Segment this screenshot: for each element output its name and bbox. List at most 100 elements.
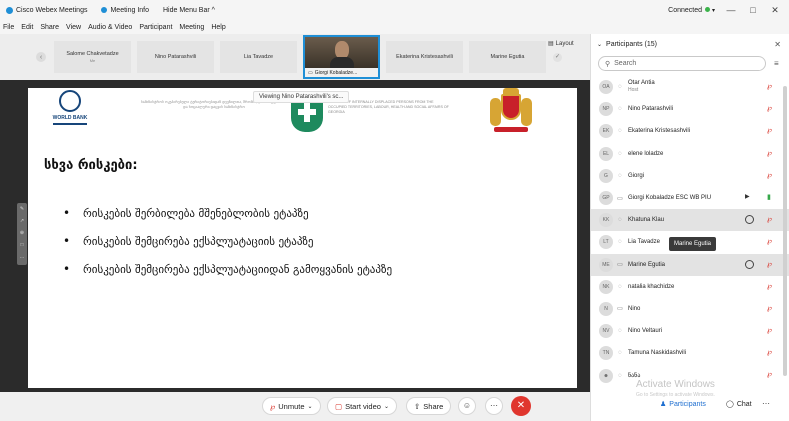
menu-help[interactable]: Help bbox=[211, 24, 225, 31]
strip-prev-button[interactable]: ‹ bbox=[36, 52, 46, 62]
muted-mic-icon[interactable]: ℘ bbox=[767, 104, 772, 112]
close-panel-icon[interactable]: ✕ bbox=[774, 40, 781, 49]
maximize-button[interactable]: □ bbox=[747, 5, 759, 15]
georgia-coat-of-arms bbox=[488, 88, 534, 138]
share-icon: ⇧ bbox=[414, 401, 421, 411]
active-mic-icon[interactable]: ▮ bbox=[767, 193, 771, 201]
search-icon: ⚲ bbox=[605, 60, 611, 68]
collapse-chevron-icon[interactable]: ⌄ bbox=[597, 41, 602, 48]
check-icon[interactable]: ✓ bbox=[553, 53, 562, 62]
muted-mic-icon[interactable]: ℘ bbox=[767, 370, 772, 378]
list-item[interactable]: EL ◌ elene loladze ℘ bbox=[591, 143, 789, 165]
list-item[interactable]: G ◌ Giorgi ℘ bbox=[591, 165, 789, 187]
muted-mic-icon[interactable]: ℘ bbox=[767, 237, 772, 245]
fit-icon[interactable]: □ bbox=[17, 239, 27, 251]
unmute-button[interactable]: ℘ Unmute ⌄ bbox=[262, 397, 321, 415]
menu-audio-video[interactable]: Audio & Video bbox=[88, 24, 132, 31]
list-item[interactable]: TN ◌ Tamuna Naskidashvili ℘ bbox=[591, 342, 789, 364]
video-tile[interactable]: Lia Tavadze bbox=[220, 41, 297, 73]
chevron-down-icon[interactable]: ⌄ bbox=[384, 403, 389, 410]
video-tile[interactable]: Salome Chakvetadze Me bbox=[54, 41, 131, 73]
chevron-down-icon[interactable]: ⌄ bbox=[308, 403, 313, 410]
muted-mic-icon[interactable]: ℘ bbox=[767, 348, 772, 356]
muted-mic-icon[interactable]: ℘ bbox=[767, 282, 772, 290]
list-item[interactable]: NK ◌ natalia khachidze ℘ bbox=[591, 276, 789, 298]
menu-bar: File Edit Share View Audio & Video Parti… bbox=[0, 20, 789, 34]
hide-menu-bar-button[interactable]: Hide Menu Bar ^ bbox=[163, 7, 215, 14]
participants-panel: ⌄ Participants (15) ✕ ⚲ Search ≡ OA ◌ Ot… bbox=[590, 34, 789, 421]
chat-bubble-icon[interactable] bbox=[745, 259, 754, 269]
list-item[interactable]: OA ◌ Otar Antia Host ℘ bbox=[591, 76, 789, 98]
audio-icon: ◌ bbox=[618, 84, 622, 91]
video-tile[interactable]: Ekaterina Kristesashvili bbox=[386, 41, 463, 73]
annotate-icon[interactable]: ✎ bbox=[17, 203, 27, 215]
muted-mic-icon[interactable]: ℘ bbox=[767, 171, 772, 179]
chat-bubble-icon[interactable] bbox=[745, 215, 754, 225]
menu-view[interactable]: View bbox=[66, 24, 81, 31]
zoom-icon[interactable]: ⊕ bbox=[17, 227, 27, 239]
more-icon[interactable]: … bbox=[17, 251, 27, 263]
menu-participant[interactable]: Participant bbox=[139, 24, 172, 31]
audio-icon: ◌ bbox=[618, 283, 622, 290]
audio-icon: ◌ bbox=[618, 172, 622, 179]
minimize-button[interactable]: — bbox=[725, 5, 737, 15]
audio-icon: ◌ bbox=[618, 150, 622, 157]
list-item[interactable]: NV ◌ Nino Veltauri ℘ bbox=[591, 320, 789, 342]
list-item[interactable]: ME ▭ Marine Egutia ℘ bbox=[591, 253, 789, 276]
annotation-toolbar[interactable]: ✎ ↗ ⊕ □ … bbox=[17, 203, 27, 265]
list-item[interactable]: N ▭ Nino ℘ bbox=[591, 298, 789, 320]
menu-file[interactable]: File bbox=[3, 24, 14, 31]
more-options-icon[interactable]: ⋯ bbox=[485, 397, 503, 415]
name-tooltip: Marine Egutia bbox=[669, 237, 717, 251]
start-video-button[interactable]: ▢ Start video ⌄ bbox=[327, 397, 397, 415]
muted-mic-icon[interactable]: ℘ bbox=[767, 126, 772, 134]
close-button[interactable]: ✕ bbox=[769, 5, 781, 16]
menu-meeting[interactable]: Meeting bbox=[179, 24, 204, 31]
muted-mic-icon[interactable]: ℘ bbox=[767, 326, 772, 334]
video-camera-icon[interactable]: ▶ bbox=[745, 193, 750, 200]
share-button[interactable]: ⇧ Share bbox=[406, 397, 452, 415]
muted-mic-icon[interactable]: ℘ bbox=[767, 82, 772, 90]
end-call-button[interactable]: ✕ bbox=[511, 396, 531, 416]
title-bar: Cisco Webex Meetings Meeting Info Hide M… bbox=[0, 0, 789, 20]
audio-icon: ◌ bbox=[618, 372, 622, 379]
speaker-name-bar: ▭ Giorgi Kobaladze... bbox=[305, 68, 378, 77]
layout-button[interactable]: ▤ Layout bbox=[548, 40, 574, 48]
list-item[interactable]: EK ◌ Ekaterina Kristesashvili ℘ bbox=[591, 120, 789, 142]
slide-bullet-list: • რისკების შერბილება მშენებლობის ეტაპზე •… bbox=[63, 207, 392, 291]
reactions-icon[interactable]: ☺ bbox=[458, 397, 476, 415]
webex-window: Cisco Webex Meetings Meeting Info Hide M… bbox=[0, 0, 789, 421]
avatar: NK bbox=[599, 279, 613, 294]
avatar: OA bbox=[599, 80, 613, 95]
pointer-icon[interactable]: ↗ bbox=[17, 215, 27, 227]
audio-icon: ◌ bbox=[618, 106, 622, 113]
menu-edit[interactable]: Edit bbox=[21, 24, 33, 31]
connection-status[interactable]: Connected ▾ bbox=[668, 6, 715, 14]
chat-tab-button[interactable]: ◯ Chat bbox=[726, 400, 752, 409]
video-tile[interactable]: Nino Patarashvili bbox=[137, 41, 214, 73]
video-tile[interactable]: Marine Egutia bbox=[469, 41, 546, 73]
avatar: EL bbox=[599, 146, 613, 161]
viewing-label[interactable]: Viewing Nino Patarashvili's sc... bbox=[253, 91, 350, 103]
meeting-info-button[interactable]: Meeting Info bbox=[101, 7, 149, 14]
participants-tab-button[interactable]: ♟ Participants bbox=[660, 400, 706, 409]
muted-mic-icon[interactable]: ℘ bbox=[767, 215, 772, 223]
filter-icon[interactable]: ≡ bbox=[774, 59, 779, 68]
list-item[interactable]: GP ▭ Giorgi Kobaladze ESC WB PIU ▶ ▮ bbox=[591, 187, 789, 209]
avatar: GP bbox=[599, 191, 613, 206]
more-panels-icon[interactable]: ⋯ bbox=[762, 399, 770, 408]
list-item[interactable]: KK ◌ Khatuna Klau ℘ bbox=[591, 209, 789, 232]
menu-share[interactable]: Share bbox=[40, 24, 59, 31]
meeting-controls: ℘ Unmute ⌄ ▢ Start video ⌄ ⇧ Share ☺ ⋯ bbox=[0, 392, 590, 421]
muted-mic-icon: ℘ bbox=[270, 401, 276, 411]
people-icon: ♟ bbox=[660, 401, 667, 408]
app-title: Cisco Webex Meetings bbox=[6, 6, 87, 14]
muted-mic-icon[interactable]: ℘ bbox=[767, 149, 772, 157]
participant-search-input[interactable]: ⚲ Search bbox=[598, 56, 766, 71]
active-speaker-tile[interactable]: ▭ Giorgi Kobaladze... bbox=[303, 35, 380, 79]
participants-header: ⌄ Participants (15) ✕ bbox=[597, 39, 781, 49]
muted-mic-icon[interactable]: ℘ bbox=[767, 304, 772, 312]
muted-mic-icon[interactable]: ℘ bbox=[767, 260, 772, 268]
list-item[interactable]: NP ◌ Nino Patarashvili ℘ bbox=[591, 98, 789, 120]
participants-scrollbar[interactable] bbox=[783, 86, 787, 376]
